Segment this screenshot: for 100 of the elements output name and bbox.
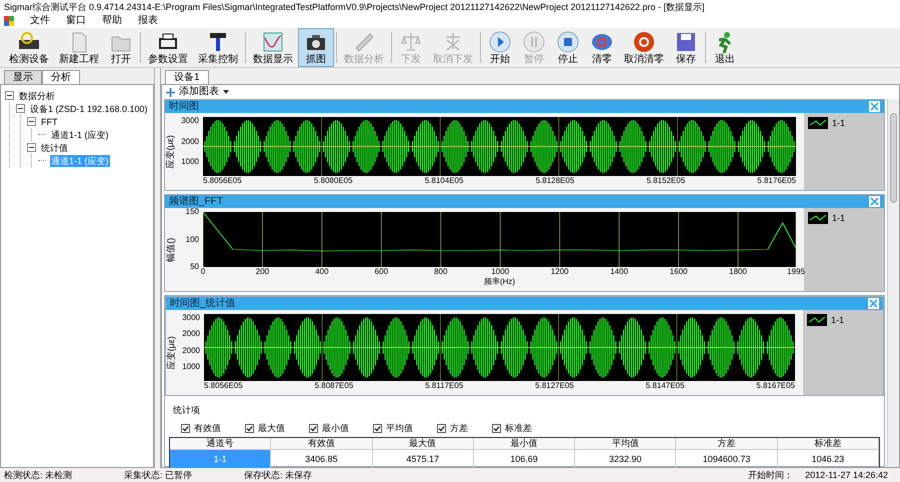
checkbox[interactable] [245, 424, 254, 432]
status-text: 保存状态: 未保存 [244, 470, 314, 480]
checkbox-label: 最小值 [322, 424, 349, 432]
toolbar-button[interactable]: 检测设备 [4, 28, 54, 67]
toolbar-button[interactable]: 停止 [551, 28, 585, 67]
add-chart-button[interactable]: 添加图表 [166, 87, 229, 97]
menu-item[interactable]: 帮助 [102, 16, 122, 26]
tick-label: 200 [256, 267, 270, 277]
tick-label: 5.8147E05 [646, 381, 684, 391]
menu-item[interactable]: 文件 [30, 16, 50, 26]
tick-label: 1400 [610, 267, 628, 277]
toolbar-button[interactable]: 参数设置 [143, 28, 193, 67]
toolbar-button[interactable]: 开始 [483, 28, 517, 67]
toolbar-button[interactable]: 新建工程 [54, 28, 104, 67]
tick-label: 5.8056E05 [203, 176, 242, 186]
column-header: 最大值 [372, 438, 474, 449]
checkbox[interactable] [309, 424, 318, 432]
chart-icon [261, 30, 285, 54]
column-header: 方差 [676, 438, 778, 449]
tick-label: 0 [200, 267, 206, 277]
collapse-icon[interactable] [27, 117, 36, 126]
tick-label: 2000 [182, 330, 200, 338]
tick-label: 150 [186, 208, 199, 216]
collapse-icon[interactable] [27, 143, 36, 152]
toolbar-button[interactable]: 取消清零 [619, 28, 669, 67]
toolbar-button[interactable]: 退出 [708, 28, 742, 67]
tick-label: 1000 [491, 267, 510, 277]
tick-label: 5.8080E05 [314, 176, 353, 186]
tab[interactable]: 设备1 [165, 70, 209, 84]
tick-label: 5.8127E05 [535, 381, 574, 391]
checkbox-label: 方差 [450, 424, 468, 432]
tree-item[interactable]: 数据分析 [18, 90, 56, 102]
close-button[interactable] [868, 298, 879, 309]
tick-label: 5.8128E05 [536, 176, 574, 186]
column-header: 最小值 [474, 438, 576, 449]
tree-item[interactable]: 通道1-1 (应变) [50, 128, 110, 140]
checkbox[interactable] [181, 424, 190, 432]
tick-label: 1000 [181, 158, 199, 166]
toolbar-button[interactable]: 采集控制 [193, 28, 243, 67]
tick-label: 1200 [550, 267, 569, 277]
checkbox[interactable] [373, 424, 382, 432]
toolbar-button[interactable]: 保存 [669, 28, 703, 67]
app-icon [4, 16, 14, 26]
caret-icon [223, 90, 229, 94]
menu-item[interactable]: 窗口 [66, 16, 86, 26]
checkbox[interactable] [437, 424, 446, 432]
plus-icon [166, 88, 175, 96]
tick-label: 600 [374, 267, 388, 277]
toolbar-button[interactable]: 数据显示 [248, 28, 298, 67]
tree-item[interactable]: FFT [40, 116, 58, 128]
tick-label: 100 [186, 236, 199, 244]
column-header: 通道号 [170, 438, 272, 449]
menu-item[interactable]: 报表 [138, 16, 158, 26]
toolbar-button[interactable]: 清零 [585, 28, 619, 67]
checkbox-label: 最大值 [258, 424, 285, 432]
tick-label: 5.8167E05 [756, 381, 795, 391]
collapse-icon[interactable] [5, 91, 14, 100]
tick-label: 5.8087E05 [314, 381, 354, 391]
legend-line-icon [808, 212, 828, 224]
checkbox-label: 有效值 [194, 424, 221, 432]
toolbar-button[interactable]: 抓图 [298, 28, 334, 67]
group-title: 统计项 [173, 405, 200, 415]
axis-label: 应变(με) [164, 134, 176, 168]
column-header: 平均值 [575, 438, 676, 449]
tick-label: 3000 [182, 314, 200, 322]
tab[interactable]: 分析 [42, 70, 80, 84]
toolbar-button[interactable]: 打开 [104, 28, 138, 67]
zero-icon [632, 30, 656, 54]
axis-label: 应变(με) [165, 336, 178, 370]
status-label: 开始时间： [748, 470, 794, 480]
checkbox-label: 标准差 [505, 424, 532, 432]
status-text: 采集状态: 已暂停 [124, 470, 194, 480]
tick-label: 5.8176E05 [757, 176, 796, 186]
tick-label: 5.8056E05 [204, 381, 243, 391]
window-title: Sigmar综合测试平台 0.9.4714.24314-E:\Program Files\Sigmar\IntegratedTestPlatformV0.9\Projects\NewProject 20121127142622\NewProject 20121127142622.pro - [数据显示] [4, 2, 705, 12]
close-button[interactable] [869, 101, 880, 112]
close-button[interactable] [869, 196, 880, 207]
status-text: 检测状态: 未检测 [4, 470, 74, 480]
tick-label: 1995 [787, 267, 805, 277]
status-time: 2012-11-27 14:26:42 [805, 470, 888, 480]
play-icon [488, 30, 512, 54]
tree-item[interactable]: 统计值 [40, 142, 69, 154]
tick-label: 3000 [181, 117, 199, 125]
legend-label: 1-1 [832, 212, 846, 225]
collapse-icon[interactable] [16, 104, 25, 113]
tick-label: 5.8117E05 [425, 381, 464, 391]
table-cell: 1-1 [170, 449, 272, 468]
panel-title: 时间图 [169, 102, 199, 112]
tick-label: 1000 [182, 362, 200, 371]
tree-item[interactable]: 设备1 (ZSD-1 192.168.0.100) [29, 102, 149, 114]
scrollbar-thumb[interactable] [890, 113, 897, 203]
pause-icon [522, 30, 546, 54]
column-header: 有效值 [271, 438, 373, 449]
tick-label: 400 [315, 267, 329, 277]
checkbox-label: 平均值 [386, 424, 413, 432]
tick-label: 5.8152E05 [646, 176, 686, 186]
checkbox[interactable] [492, 424, 501, 432]
tab[interactable]: 显示 [4, 70, 42, 84]
stop-icon [556, 30, 580, 54]
column-header: 标准差 [778, 438, 879, 449]
